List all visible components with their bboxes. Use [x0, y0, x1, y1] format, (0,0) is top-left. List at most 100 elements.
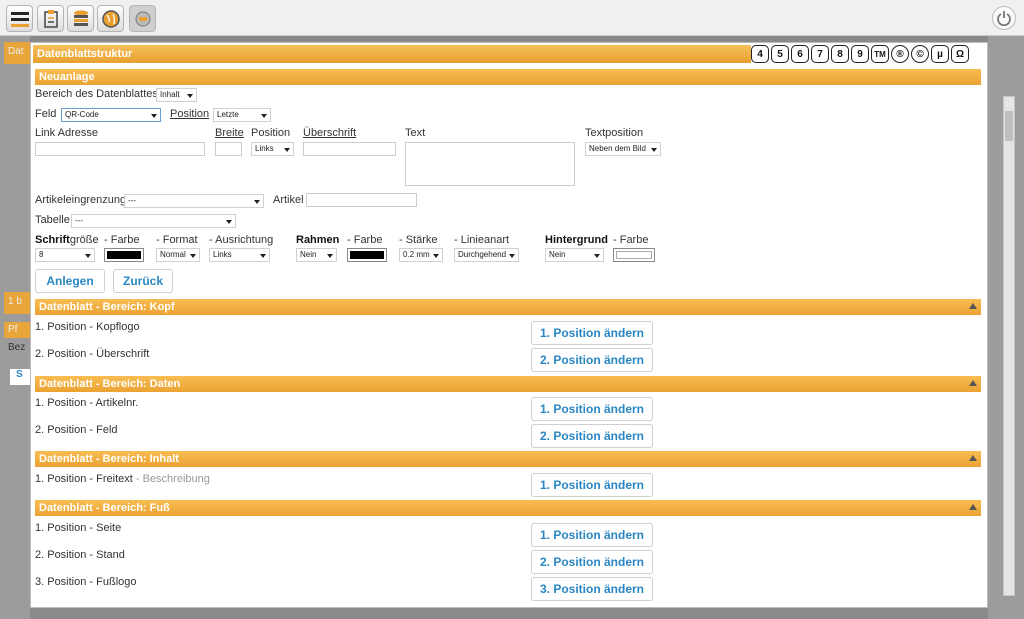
schriftgroesse-label: Schriftgröße — [35, 234, 99, 246]
power-icon[interactable] — [992, 6, 1016, 30]
scrollbar-thumb[interactable] — [1005, 111, 1013, 141]
textposition-label: Textposition — [585, 127, 644, 139]
feld-label: Feld — [35, 108, 57, 120]
database-icon[interactable] — [67, 5, 94, 32]
tabelle-select[interactable]: --- — [71, 214, 236, 228]
change-position-button[interactable]: 3. Position ändern — [531, 577, 653, 601]
position2-label: Position — [251, 127, 291, 139]
change-position-button[interactable]: 1. Position ändern — [531, 321, 653, 345]
datenblattstruktur-dialog: Datenblattstruktur 4 5 6 7 8 9 TM ® © µ … — [30, 42, 988, 608]
position2-select[interactable]: Links — [251, 142, 294, 156]
anlegen-button[interactable]: Anlegen — [35, 269, 105, 293]
breite-input[interactable] — [215, 142, 242, 156]
hintergrund-farbe-label: - Farbe — [613, 234, 649, 246]
scrollbar[interactable] — [1003, 96, 1015, 596]
artikel-input[interactable] — [306, 193, 417, 207]
background-header: 1 b — [4, 292, 30, 314]
ueberschrift-input[interactable] — [303, 142, 396, 156]
glyph-button[interactable]: 6 — [791, 45, 809, 63]
change-position-button[interactable]: 2. Position ändern — [531, 348, 653, 372]
feld-select[interactable]: QR-Code — [61, 108, 161, 122]
format-select[interactable]: Normal — [156, 248, 200, 262]
schrift-rest-label: größe — [69, 234, 99, 246]
rahmen-select[interactable]: Nein — [296, 248, 337, 262]
collapse-icon[interactable] — [969, 504, 977, 510]
change-position-button[interactable]: 1. Position ändern — [531, 397, 653, 421]
farbe-label: - Farbe — [104, 234, 140, 246]
rahmen-label: Rahmen — [296, 234, 340, 246]
background-text: Bez — [8, 342, 26, 353]
schriftgroesse-select[interactable]: 8 — [35, 248, 95, 262]
dialog-title: Datenblattstruktur — [33, 45, 751, 63]
glyph-button[interactable]: TM — [871, 45, 889, 63]
change-position-button[interactable]: 1. Position ändern — [531, 473, 653, 497]
section-daten-header: Datenblatt - Bereich: Daten — [35, 376, 981, 392]
zurueck-button[interactable]: Zurück — [113, 269, 173, 293]
section-daten-title: Datenblatt - Bereich: Daten — [39, 378, 181, 390]
schrift-bold-label: Schrift — [35, 234, 70, 246]
neuanlage-header: Neuanlage — [35, 69, 981, 85]
text-label: Text — [405, 127, 426, 139]
change-position-button[interactable]: 1. Position ändern — [531, 523, 653, 547]
list-item: 1. Position - Freitext - Beschreibung — [35, 473, 210, 485]
glyph-button[interactable]: µ — [931, 45, 949, 63]
position-select[interactable]: Letzte — [213, 108, 271, 122]
chat-icon[interactable] — [129, 5, 156, 32]
section-inhalt-title: Datenblatt - Bereich: Inhalt — [39, 453, 179, 465]
artikeleingrenzung-label: Artikeleingrenzung — [35, 194, 127, 206]
globe-icon[interactable] — [97, 5, 124, 32]
rahmen-farbe-label: - Farbe — [347, 234, 383, 246]
glyph-button[interactable]: © — [911, 45, 929, 63]
list-item: 1. Position - Artikelnr. — [35, 397, 139, 409]
section-inhalt-header: Datenblatt - Bereich: Inhalt — [35, 451, 981, 467]
glyph-button[interactable]: 5 — [771, 45, 789, 63]
bereich-select[interactable]: Inhalt — [156, 88, 197, 102]
breite-label: Breite — [215, 127, 244, 139]
collapse-icon[interactable] — [969, 455, 977, 461]
list-item: 2. Position - Stand — [35, 549, 125, 561]
glyph-button[interactable]: ® — [891, 45, 909, 63]
list-item: 2. Position - Überschrift — [35, 348, 150, 360]
format-label: - Format — [156, 234, 198, 246]
ueberschrift-label: Überschrift — [303, 127, 357, 139]
special-char-toolbar: 4 5 6 7 8 9 TM ® © µ Ω — [751, 45, 969, 65]
staerke-select[interactable]: 0.2 mm — [399, 248, 443, 262]
list-item: 1. Position - Kopflogo — [35, 321, 140, 333]
artikeleingrenzung-select[interactable]: --- — [124, 194, 264, 208]
menu-icon[interactable] — [6, 5, 33, 32]
list-item: 3. Position - Fußlogo — [35, 576, 137, 588]
linienart-select[interactable]: Durchgehend — [454, 248, 519, 262]
glyph-button[interactable]: 9 — [851, 45, 869, 63]
section-fuss-title: Datenblatt - Bereich: Fuß — [39, 502, 170, 514]
artikel-label: Artikel — [273, 194, 304, 206]
collapse-icon[interactable] — [969, 303, 977, 309]
list-item: 1. Position - Seite — [35, 522, 122, 534]
glyph-button[interactable]: 7 — [811, 45, 829, 63]
top-toolbar — [0, 0, 1024, 36]
glyph-button[interactable]: 4 — [751, 45, 769, 63]
position-label: Position — [170, 108, 210, 120]
section-kopf-title: Datenblatt - Bereich: Kopf — [39, 301, 175, 313]
text-textarea[interactable] — [405, 142, 575, 186]
clipboard-icon[interactable] — [37, 5, 64, 32]
bereich-label: Bereich des Datenblattes — [35, 88, 158, 100]
textposition-select[interactable]: Neben dem Bild — [585, 142, 661, 156]
hintergrund-farbe-picker[interactable] — [613, 248, 655, 262]
glyph-button[interactable]: Ω — [951, 45, 969, 63]
list-item-extra: - Beschreibung — [132, 473, 210, 485]
change-position-button[interactable]: 2. Position ändern — [531, 550, 653, 574]
glyph-button[interactable]: 8 — [831, 45, 849, 63]
ausrichtung-select[interactable]: Links — [209, 248, 270, 262]
collapse-icon[interactable] — [969, 380, 977, 386]
link-label: Link Adresse — [35, 127, 98, 139]
hintergrund-label: Hintergrund — [545, 234, 608, 246]
section-kopf-header: Datenblatt - Bereich: Kopf — [35, 299, 981, 315]
schrift-farbe-picker[interactable] — [104, 248, 144, 262]
link-input[interactable] — [35, 142, 205, 156]
list-item: 2. Position - Feld — [35, 424, 118, 436]
ausrichtung-label: - Ausrichtung — [209, 234, 274, 246]
rahmen-farbe-picker[interactable] — [347, 248, 387, 262]
change-position-button[interactable]: 2. Position ändern — [531, 424, 653, 448]
list-item-label: 1. Position - Freitext — [35, 473, 133, 485]
hintergrund-select[interactable]: Nein — [545, 248, 604, 262]
